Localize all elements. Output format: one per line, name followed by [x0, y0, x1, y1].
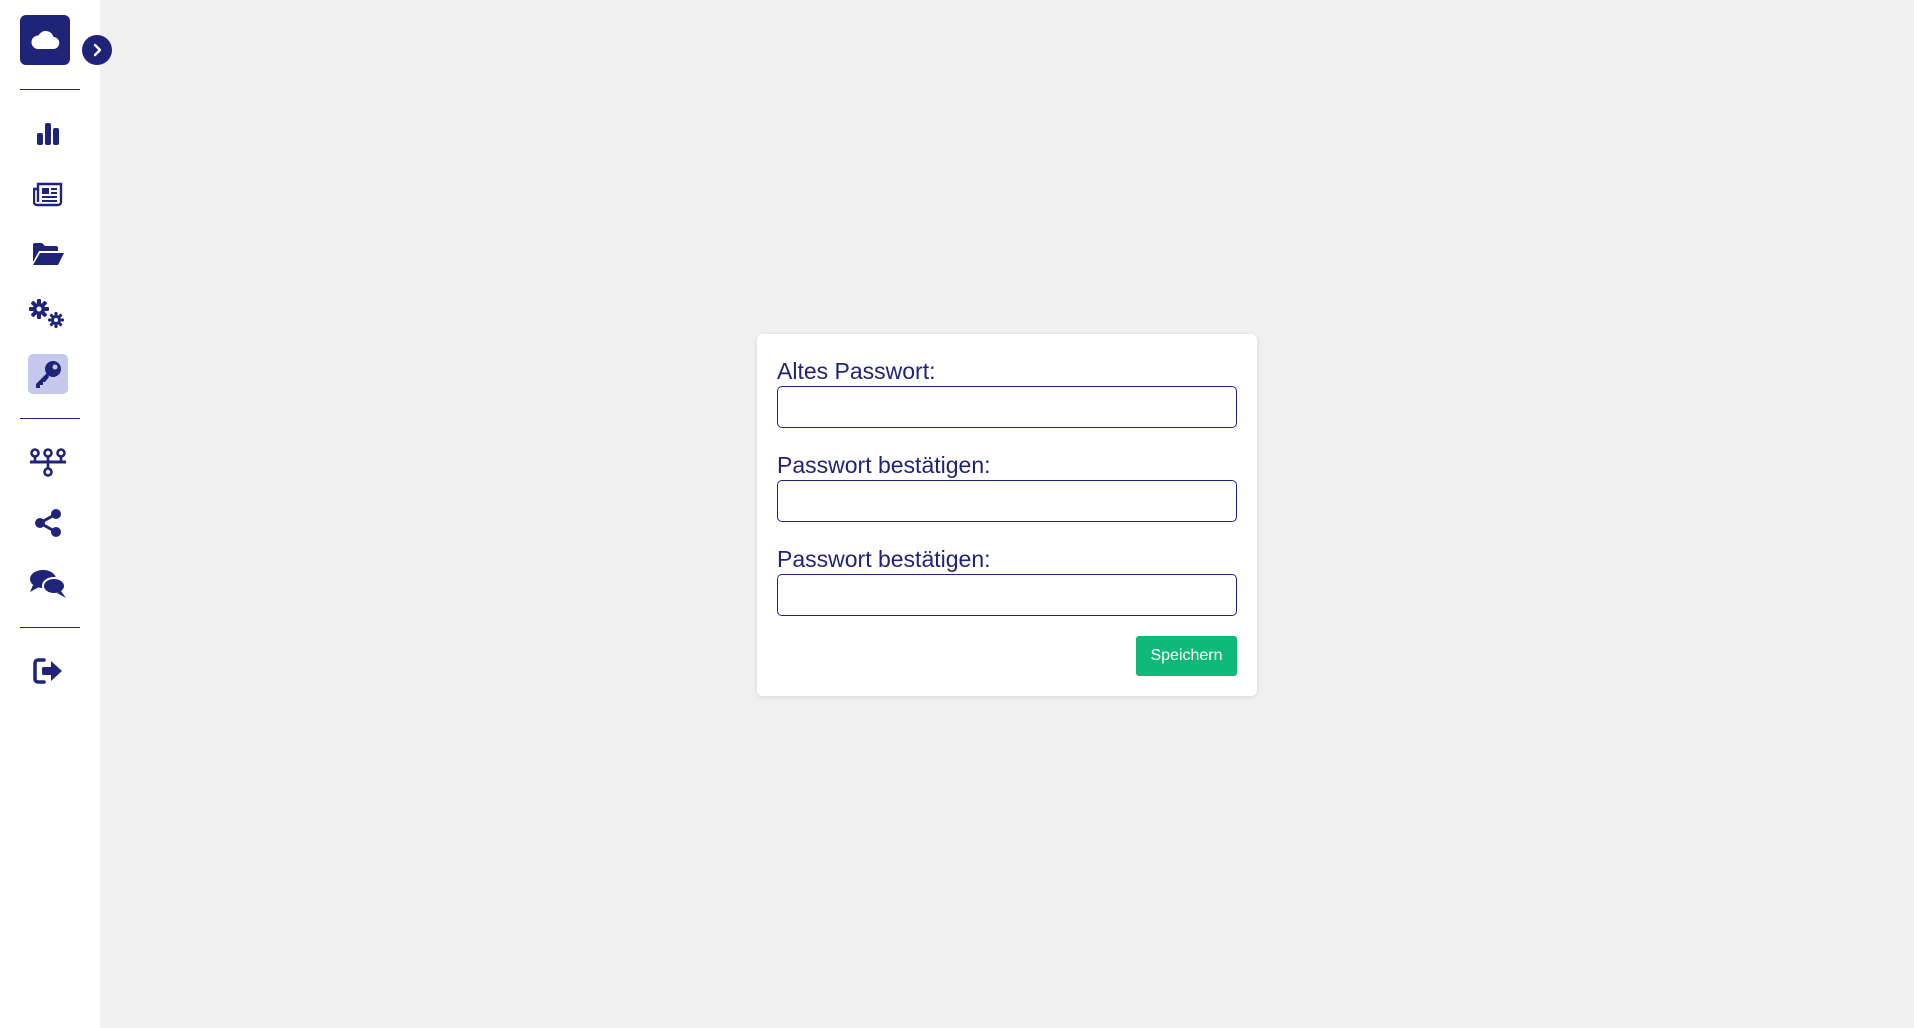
confirm-password-input[interactable]: [777, 480, 1237, 522]
sidebar-item-news[interactable]: [28, 174, 68, 214]
sidebar-toggle-button[interactable]: [82, 35, 112, 65]
sidebar-divider: [20, 89, 80, 90]
share-icon: [35, 509, 61, 537]
folder-open-icon: [33, 243, 64, 265]
gears-icon: [29, 299, 64, 328]
save-button[interactable]: Speichern: [1136, 636, 1237, 676]
logo[interactable]: [20, 15, 70, 65]
confirm-password-label: Passwort bestätigen:: [777, 452, 991, 478]
password-form-card: Altes Passwort: Passwort bestätigen: Pas…: [757, 334, 1257, 696]
old-password-label: Altes Passwort:: [777, 358, 936, 384]
sidebar-item-logout[interactable]: [28, 651, 68, 691]
network-icon: [30, 448, 66, 477]
sidebar-item-settings[interactable]: [28, 294, 68, 334]
sidebar-divider: [20, 418, 80, 419]
comments-icon: [30, 570, 66, 598]
chevron-right-icon: [93, 43, 102, 57]
sidebar-item-network[interactable]: [28, 442, 68, 482]
sidebar: [0, 0, 100, 1028]
cloud-icon: [31, 30, 60, 50]
key-icon: [36, 361, 61, 388]
newspaper-icon: [33, 182, 63, 207]
confirm-password-2-label: Passwort bestätigen:: [777, 546, 991, 572]
bar-chart-icon: [37, 123, 59, 145]
sidebar-item-share[interactable]: [28, 503, 68, 543]
confirm-password-2-input[interactable]: [777, 574, 1237, 616]
sidebar-item-messages[interactable]: [28, 564, 68, 604]
sign-out-icon: [33, 658, 62, 684]
sidebar-item-dashboard[interactable]: [28, 114, 68, 154]
old-password-input[interactable]: [777, 386, 1237, 428]
sidebar-item-password[interactable]: [28, 354, 68, 394]
sidebar-divider: [20, 627, 80, 628]
sidebar-item-files[interactable]: [28, 234, 68, 274]
